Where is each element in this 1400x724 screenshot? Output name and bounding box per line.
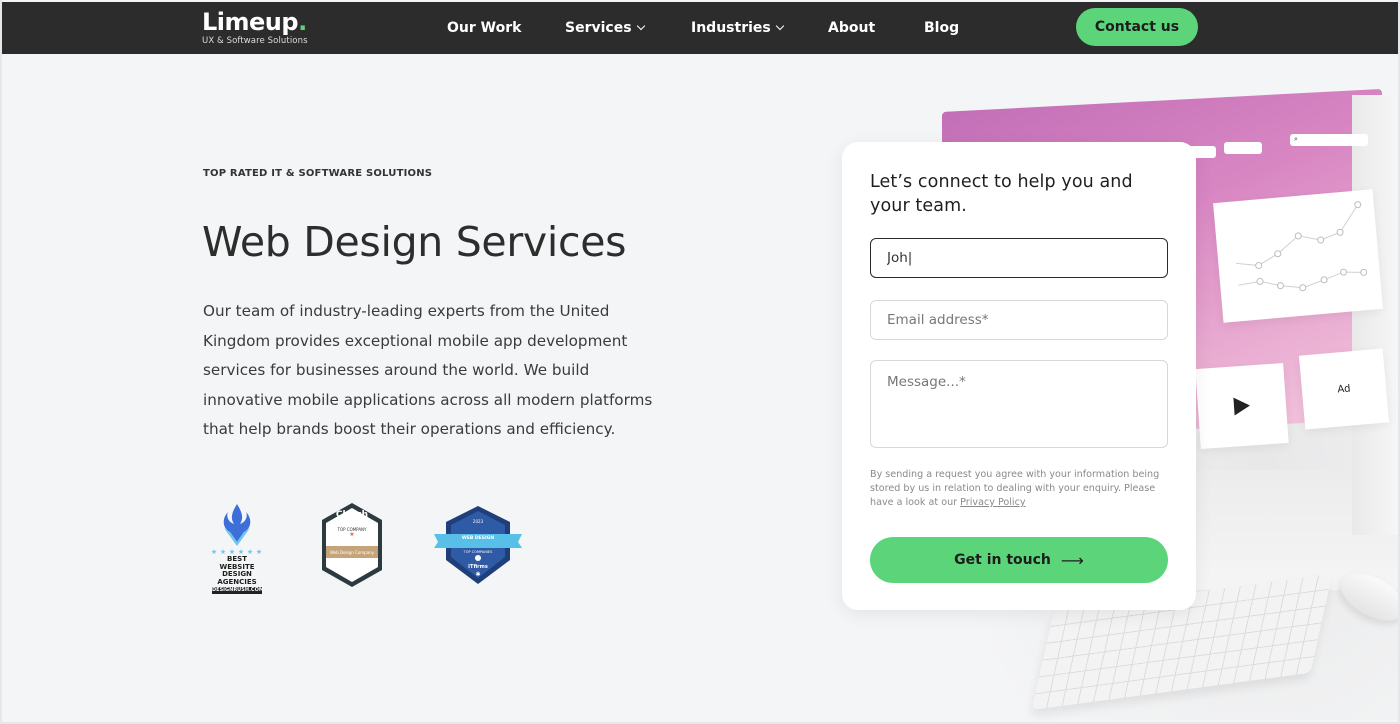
itfirms-badge[interactable]: ✱ 2023 WEB DESIGN TOP COMPANIES ITfirms — [434, 504, 522, 586]
logo-tagline: UX & Software Solutions — [202, 36, 308, 46]
badge-text: Web Design Company — [329, 550, 375, 555]
badge-brand: Clutch — [335, 510, 369, 520]
monitor-frame — [1352, 95, 1400, 535]
nav-services[interactable]: Services — [565, 18, 645, 38]
badge-text: TOP COMPANIES — [463, 550, 493, 554]
name-field[interactable] — [870, 238, 1168, 278]
arrow-right-icon: ⟶ — [1060, 550, 1084, 570]
logo-wordmark: Limeup — [202, 8, 299, 36]
screen-menu-pill — [1224, 142, 1262, 154]
chevron-down-icon — [636, 21, 645, 31]
top-navigation: Limeup. UX & Software Solutions Our Work… — [2, 2, 1398, 54]
search-icon: ⌕ — [1294, 135, 1298, 143]
chart-card-illustration — [1213, 189, 1383, 323]
badge-text: AGENCIES — [217, 577, 257, 586]
get-in-touch-button[interactable]: Get in touch ⟶ — [870, 537, 1168, 583]
badge-brand: ITfirms — [468, 564, 488, 570]
badge-text: 2023 — [472, 519, 484, 524]
ad-label: Ad — [1337, 382, 1351, 396]
svg-text:★: ★ — [349, 531, 354, 538]
svg-text:★: ★ — [256, 548, 262, 556]
privacy-policy-link[interactable]: Privacy Policy — [960, 497, 1025, 508]
nav-our-work[interactable]: Our Work — [447, 18, 521, 38]
nav-about[interactable]: About — [828, 18, 875, 38]
badge-text: WEB DESIGN — [461, 536, 495, 541]
contact-form-card: Let’s connect to help you and your team.… — [842, 142, 1196, 610]
play-icon — [1233, 396, 1251, 416]
designrush-badge[interactable]: ★ ★ ★ ★ ★ ★ BEST WEBSITE DESIGN AGENCIES DESI… — [204, 502, 270, 594]
badge-text: TOP COMPANY — [337, 527, 367, 532]
nav-industries[interactable]: Industries — [691, 18, 784, 38]
form-title: Let’s connect to help you and your team. — [870, 172, 1133, 216]
screen-search-bar: ⌕ — [1290, 134, 1368, 146]
hero-description: Our team of industry-leading experts fro… — [203, 302, 653, 438]
logo-dot: . — [298, 8, 307, 36]
badge-text: DESIGNRUSH.COM — [212, 587, 264, 594]
badge-text: WEBSITE DESIGN — [219, 562, 255, 578]
svg-text:✱: ✱ — [475, 571, 480, 578]
page-title: Web Design Services — [202, 218, 627, 266]
video-card-illustration — [1195, 363, 1289, 449]
contact-us-button[interactable]: Contact us — [1076, 8, 1198, 46]
svg-text:★: ★ — [247, 548, 253, 556]
svg-text:★: ★ — [220, 548, 226, 556]
message-field[interactable] — [870, 360, 1168, 448]
clutch-badge[interactable]: ★ Clutch TOP COMPANY Web Design Company — [320, 502, 384, 588]
email-field[interactable] — [870, 300, 1168, 340]
svg-text:★: ★ — [211, 548, 217, 556]
limeup-logo[interactable]: Limeup. UX & Software Solutions — [202, 8, 308, 46]
chevron-down-icon — [775, 21, 784, 31]
nav-blog[interactable]: Blog — [924, 18, 959, 38]
consent-text: By sending a request you agree with your… — [870, 469, 1160, 508]
hero-eyebrow: TOP RATED IT & SOFTWARE SOLUTIONS — [203, 168, 433, 179]
ad-card-illustration: Ad — [1298, 348, 1390, 430]
